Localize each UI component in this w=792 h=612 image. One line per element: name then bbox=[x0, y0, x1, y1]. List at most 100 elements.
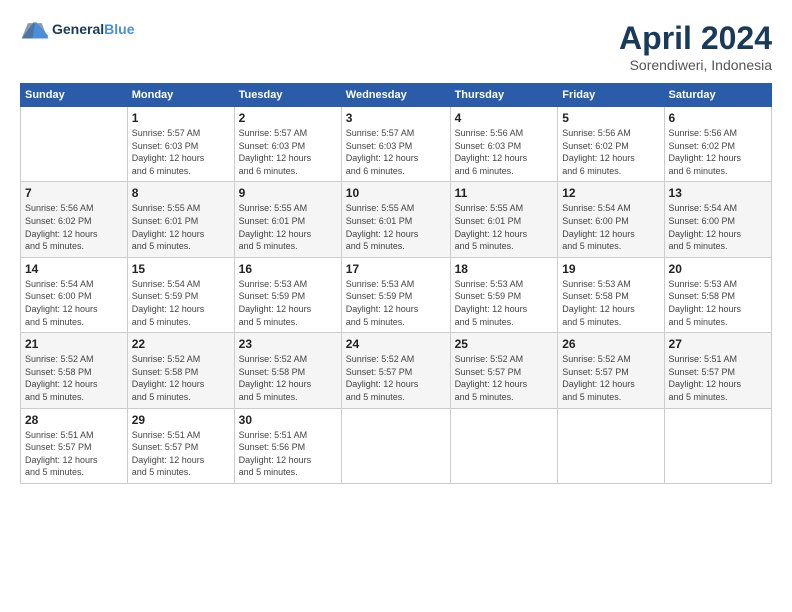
day-number: 14 bbox=[25, 262, 123, 276]
day-cell: 28Sunrise: 5:51 AM Sunset: 5:57 PM Dayli… bbox=[21, 408, 128, 483]
day-info: Sunrise: 5:52 AM Sunset: 5:58 PM Dayligh… bbox=[239, 353, 337, 403]
day-number: 23 bbox=[239, 337, 337, 351]
logo-text: GeneralBlue bbox=[52, 22, 134, 37]
day-number: 7 bbox=[25, 186, 123, 200]
month-year: April 2024 bbox=[619, 20, 772, 57]
day-info: Sunrise: 5:52 AM Sunset: 5:58 PM Dayligh… bbox=[132, 353, 230, 403]
day-info: Sunrise: 5:51 AM Sunset: 5:57 PM Dayligh… bbox=[25, 429, 123, 479]
day-cell: 4 Sunrise: 5:56 AM Sunset: 6:03 PM Daylig… bbox=[450, 107, 558, 182]
day-cell bbox=[558, 408, 664, 483]
day-cell: 5 Sunrise: 5:56 AM Sunset: 6:02 PM Daylig… bbox=[558, 107, 664, 182]
day-cell: 16 Sunrise: 5:53 AM Sunset: 5:59 PM Dayli… bbox=[234, 257, 341, 332]
day-info: Sunrise: 5:54 AM Sunset: 6:00 PM Dayligh… bbox=[669, 202, 767, 252]
day-info: Sunrise: 5:53 AM Sunset: 5:59 PM Dayligh… bbox=[239, 278, 337, 328]
day-info: Sunrise: 5:56 AM Sunset: 6:02 PM Dayligh… bbox=[669, 127, 767, 177]
day-cell bbox=[21, 107, 128, 182]
day-info: Sunrise: 5:51 AM Sunset: 5:56 PM Dayligh… bbox=[239, 429, 337, 479]
col-header-monday: Monday bbox=[127, 84, 234, 107]
day-number: 17 bbox=[346, 262, 446, 276]
day-info: Sunrise: 5:56 AM Sunset: 6:02 PM Dayligh… bbox=[562, 127, 659, 177]
day-number: 27 bbox=[669, 337, 767, 351]
day-number: 24 bbox=[346, 337, 446, 351]
day-info: Sunrise: 5:55 AM Sunset: 6:01 PM Dayligh… bbox=[239, 202, 337, 252]
day-cell: 26 Sunrise: 5:52 AM Sunset: 5:57 PM Dayli… bbox=[558, 333, 664, 408]
day-cell: 25 Sunrise: 5:52 AM Sunset: 5:57 PM Dayli… bbox=[450, 333, 558, 408]
day-info: Sunrise: 5:53 AM Sunset: 5:59 PM Dayligh… bbox=[455, 278, 554, 328]
day-number: 5 bbox=[562, 111, 659, 125]
col-header-wednesday: Wednesday bbox=[341, 84, 450, 107]
day-cell: 17 Sunrise: 5:53 AM Sunset: 5:59 PM Dayli… bbox=[341, 257, 450, 332]
day-number: 12 bbox=[562, 186, 659, 200]
day-number: 13 bbox=[669, 186, 767, 200]
day-cell bbox=[450, 408, 558, 483]
day-cell: 30 Sunrise: 5:51 AM Sunset: 5:56 PM Dayli… bbox=[234, 408, 341, 483]
day-cell bbox=[341, 408, 450, 483]
col-header-saturday: Saturday bbox=[664, 84, 771, 107]
day-cell: 9 Sunrise: 5:55 AM Sunset: 6:01 PM Daylig… bbox=[234, 182, 341, 257]
day-number: 26 bbox=[562, 337, 659, 351]
day-number: 6 bbox=[669, 111, 767, 125]
day-cell: 10Sunrise: 5:55 AM Sunset: 6:01 PM Dayli… bbox=[341, 182, 450, 257]
day-info: Sunrise: 5:51 AM Sunset: 5:57 PM Dayligh… bbox=[132, 429, 230, 479]
day-cell: 2 Sunrise: 5:57 AM Sunset: 6:03 PM Daylig… bbox=[234, 107, 341, 182]
day-info: Sunrise: 5:53 AM Sunset: 5:58 PM Dayligh… bbox=[562, 278, 659, 328]
day-info: Sunrise: 5:56 AM Sunset: 6:03 PM Dayligh… bbox=[455, 127, 554, 177]
day-cell bbox=[664, 408, 771, 483]
day-info: Sunrise: 5:55 AM Sunset: 6:01 PM Dayligh… bbox=[346, 202, 446, 252]
day-number: 16 bbox=[239, 262, 337, 276]
header-row: SundayMondayTuesdayWednesdayThursdayFrid… bbox=[21, 84, 772, 107]
day-cell: 6 Sunrise: 5:56 AM Sunset: 6:02 PM Daylig… bbox=[664, 107, 771, 182]
day-info: Sunrise: 5:54 AM Sunset: 5:59 PM Dayligh… bbox=[132, 278, 230, 328]
day-info: Sunrise: 5:53 AM Sunset: 5:58 PM Dayligh… bbox=[669, 278, 767, 328]
day-info: Sunrise: 5:57 AM Sunset: 6:03 PM Dayligh… bbox=[346, 127, 446, 177]
day-number: 8 bbox=[132, 186, 230, 200]
week-row-2: 7 Sunrise: 5:56 AM Sunset: 6:02 PM Daylig… bbox=[21, 182, 772, 257]
day-cell: 3Sunrise: 5:57 AM Sunset: 6:03 PM Daylig… bbox=[341, 107, 450, 182]
day-info: Sunrise: 5:55 AM Sunset: 6:01 PM Dayligh… bbox=[132, 202, 230, 252]
calendar-table: SundayMondayTuesdayWednesdayThursdayFrid… bbox=[20, 83, 772, 484]
day-info: Sunrise: 5:52 AM Sunset: 5:58 PM Dayligh… bbox=[25, 353, 123, 403]
day-info: Sunrise: 5:52 AM Sunset: 5:57 PM Dayligh… bbox=[346, 353, 446, 403]
day-cell: 19 Sunrise: 5:53 AM Sunset: 5:58 PM Dayli… bbox=[558, 257, 664, 332]
day-cell: 7 Sunrise: 5:56 AM Sunset: 6:02 PM Daylig… bbox=[21, 182, 128, 257]
page: GeneralBlue April 2024 Sorendiweri, Indo… bbox=[0, 0, 792, 612]
day-cell: 20 Sunrise: 5:53 AM Sunset: 5:58 PM Dayli… bbox=[664, 257, 771, 332]
day-number: 11 bbox=[455, 186, 554, 200]
day-number: 4 bbox=[455, 111, 554, 125]
day-number: 22 bbox=[132, 337, 230, 351]
logo-icon bbox=[20, 20, 48, 40]
day-cell: 24 Sunrise: 5:52 AM Sunset: 5:57 PM Dayli… bbox=[341, 333, 450, 408]
location: Sorendiweri, Indonesia bbox=[619, 57, 772, 73]
col-header-friday: Friday bbox=[558, 84, 664, 107]
day-number: 2 bbox=[239, 111, 337, 125]
day-cell: 29Sunrise: 5:51 AM Sunset: 5:57 PM Dayli… bbox=[127, 408, 234, 483]
day-number: 20 bbox=[669, 262, 767, 276]
day-number: 30 bbox=[239, 413, 337, 427]
logo: GeneralBlue bbox=[20, 20, 134, 40]
day-number: 25 bbox=[455, 337, 554, 351]
day-cell: 21 Sunrise: 5:52 AM Sunset: 5:58 PM Dayli… bbox=[21, 333, 128, 408]
day-info: Sunrise: 5:51 AM Sunset: 5:57 PM Dayligh… bbox=[669, 353, 767, 403]
day-cell: 27 Sunrise: 5:51 AM Sunset: 5:57 PM Dayli… bbox=[664, 333, 771, 408]
day-info: Sunrise: 5:55 AM Sunset: 6:01 PM Dayligh… bbox=[455, 202, 554, 252]
col-header-sunday: Sunday bbox=[21, 84, 128, 107]
day-cell: 13 Sunrise: 5:54 AM Sunset: 6:00 PM Dayli… bbox=[664, 182, 771, 257]
day-cell: 15Sunrise: 5:54 AM Sunset: 5:59 PM Dayli… bbox=[127, 257, 234, 332]
day-cell: 14 Sunrise: 5:54 AM Sunset: 6:00 PM Dayli… bbox=[21, 257, 128, 332]
col-header-thursday: Thursday bbox=[450, 84, 558, 107]
day-info: Sunrise: 5:57 AM Sunset: 6:03 PM Dayligh… bbox=[132, 127, 230, 177]
day-info: Sunrise: 5:54 AM Sunset: 6:00 PM Dayligh… bbox=[25, 278, 123, 328]
day-cell: 1Sunrise: 5:57 AM Sunset: 6:03 PM Daylig… bbox=[127, 107, 234, 182]
day-cell: 23 Sunrise: 5:52 AM Sunset: 5:58 PM Dayli… bbox=[234, 333, 341, 408]
day-info: Sunrise: 5:53 AM Sunset: 5:59 PM Dayligh… bbox=[346, 278, 446, 328]
day-number: 9 bbox=[239, 186, 337, 200]
day-info: Sunrise: 5:56 AM Sunset: 6:02 PM Dayligh… bbox=[25, 202, 123, 252]
day-number: 21 bbox=[25, 337, 123, 351]
day-number: 19 bbox=[562, 262, 659, 276]
day-info: Sunrise: 5:52 AM Sunset: 5:57 PM Dayligh… bbox=[455, 353, 554, 403]
week-row-1: 1Sunrise: 5:57 AM Sunset: 6:03 PM Daylig… bbox=[21, 107, 772, 182]
day-cell: 18Sunrise: 5:53 AM Sunset: 5:59 PM Dayli… bbox=[450, 257, 558, 332]
day-info: Sunrise: 5:52 AM Sunset: 5:57 PM Dayligh… bbox=[562, 353, 659, 403]
day-info: Sunrise: 5:57 AM Sunset: 6:03 PM Dayligh… bbox=[239, 127, 337, 177]
day-cell: 11 Sunrise: 5:55 AM Sunset: 6:01 PM Dayli… bbox=[450, 182, 558, 257]
